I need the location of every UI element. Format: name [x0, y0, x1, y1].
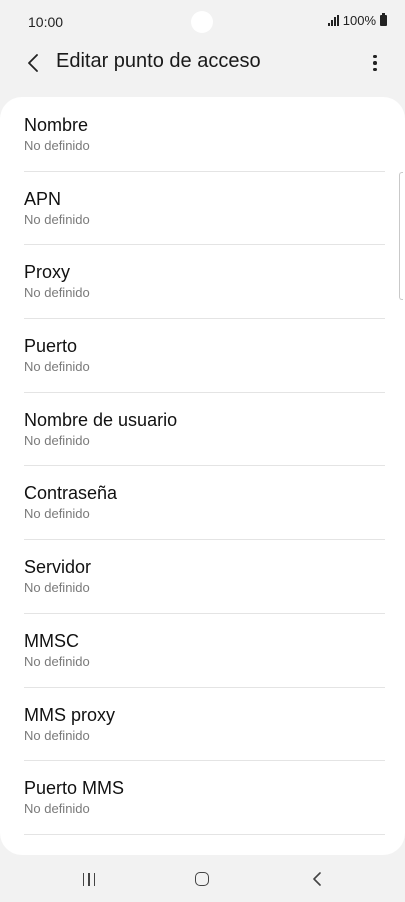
- back-icon: [313, 872, 321, 886]
- list-item[interactable]: Servidor No definido: [0, 539, 405, 613]
- field-label: Nombre: [24, 115, 89, 135]
- apn-settings-list: Nombre No definido APN No definido Proxy No d…: [0, 97, 405, 855]
- page-title: Editar punto de acceso: [56, 50, 261, 72]
- field-value: No definido: [24, 359, 90, 375]
- field-value: No definido: [24, 211, 90, 227]
- status-bar: 10:00 100%: [0, 0, 405, 44]
- battery-icon: [380, 13, 387, 26]
- more-vertical-icon: [373, 54, 377, 59]
- scroll-indicator[interactable]: [399, 172, 403, 300]
- field-value: No definido: [24, 727, 90, 743]
- field-label: Puerto: [24, 336, 78, 357]
- field-label: MCC: [24, 851, 381, 855]
- back-button[interactable]: [18, 48, 48, 78]
- list-item[interactable]: Nombre de usuario No definido: [0, 391, 405, 466]
- chevron-left-icon: [28, 54, 38, 72]
- list-item[interactable]: Puerto No definido: [0, 318, 405, 392]
- home-button[interactable]: [187, 868, 217, 890]
- field-value: No definido: [24, 432, 90, 448]
- status-indicators: 100%: [327, 13, 387, 28]
- list-item[interactable]: APN No definido: [0, 170, 405, 245]
- app-bar: Editar punto de acceso: [0, 40, 405, 86]
- field-value: No definido: [24, 138, 90, 153]
- recent-apps-icon: [82, 872, 85, 886]
- recent-apps-button[interactable]: [74, 868, 104, 890]
- field-label: Servidor: [24, 557, 92, 578]
- field-label: Proxy: [24, 262, 71, 283]
- list-item[interactable]: MMSC No definido: [0, 612, 405, 687]
- field-label: Contraseña: [24, 483, 118, 504]
- list-item[interactable]: MMS proxy No definido: [0, 686, 405, 761]
- camera-cutout: [191, 11, 213, 33]
- field-value: No definido: [24, 285, 90, 301]
- field-label: Puerto MMS: [24, 778, 125, 799]
- more-options-button[interactable]: [363, 48, 387, 78]
- field-list: Nombre No definido APN No definido Proxy No d…: [0, 97, 405, 855]
- field-label: Nombre de usuario: [24, 409, 178, 430]
- field-label: MMS proxy: [24, 704, 116, 725]
- field-value: No definido: [24, 506, 90, 522]
- home-icon: [195, 872, 209, 886]
- navigation-bar: [0, 856, 405, 902]
- battery-level: 100%: [342, 13, 376, 28]
- list-item[interactable]: MCC: [0, 833, 405, 855]
- field-value: No definido: [24, 801, 90, 817]
- nav-back-button[interactable]: [302, 868, 332, 890]
- field-value: No definido: [24, 653, 90, 669]
- field-label: MMSC: [24, 630, 79, 651]
- field-label: APN: [24, 188, 62, 209]
- list-item[interactable]: Puerto MMS No definido: [0, 760, 405, 834]
- signal-icon: [327, 15, 339, 26]
- list-item[interactable]: Proxy No definido: [0, 244, 405, 318]
- list-item[interactable]: Nombre No definido: [0, 97, 405, 171]
- status-time: 10:00: [28, 14, 64, 30]
- field-value: No definido: [24, 580, 90, 596]
- list-item[interactable]: Contraseña No definido: [0, 465, 405, 539]
